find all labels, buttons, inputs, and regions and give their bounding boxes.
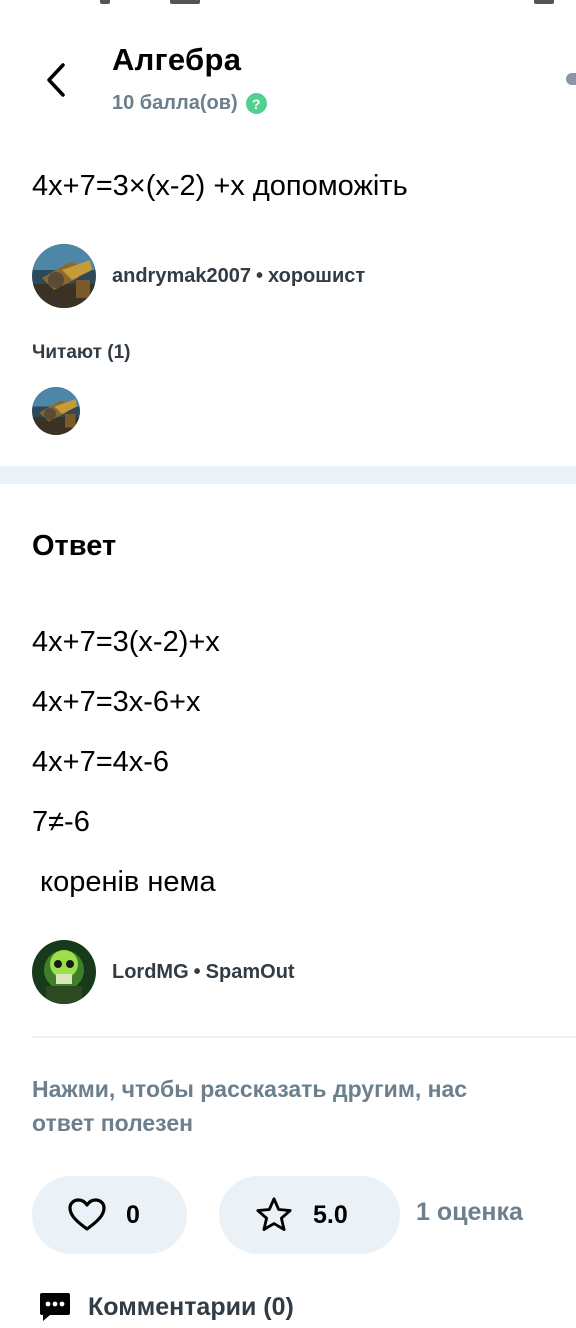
comments-button[interactable]: Комментарии (0) bbox=[38, 1290, 294, 1324]
like-button[interactable]: 0 bbox=[32, 1176, 187, 1254]
points-text: 10 балла(ов) bbox=[112, 92, 238, 114]
comment-icon bbox=[40, 1293, 70, 1321]
answer-line: 4x+7=3(x-2)+x bbox=[32, 626, 220, 658]
back-button[interactable] bbox=[36, 58, 76, 102]
points-label: 10 балла(ов) ? bbox=[112, 92, 267, 115]
separator-dot: • bbox=[193, 960, 201, 983]
divider bbox=[32, 1036, 576, 1038]
author-name[interactable]: andrymak2007 bbox=[112, 265, 251, 287]
author-rank: хорошист bbox=[268, 264, 366, 287]
answer-title: Ответ bbox=[32, 530, 117, 562]
share-prompt-line: ответ полезен bbox=[32, 1110, 193, 1136]
author-info: andrymak2007 • хорошист bbox=[112, 265, 365, 288]
rating-value: 5.0 bbox=[313, 1200, 348, 1229]
avatar[interactable] bbox=[32, 940, 96, 1004]
app-header: Алгебра 10 балла(ов) ? bbox=[0, 38, 576, 138]
author-name[interactable]: LordMG bbox=[112, 961, 189, 983]
question-author[interactable]: andrymak2007 • хорошист bbox=[32, 244, 365, 308]
help-icon[interactable]: ? bbox=[245, 93, 267, 114]
back-chevron-icon bbox=[47, 63, 65, 97]
rating-count: 1 оценка bbox=[416, 1198, 523, 1226]
author-rank: SpamOut bbox=[205, 960, 295, 983]
status-bar-fragment bbox=[0, 0, 576, 8]
star-icon bbox=[255, 1196, 293, 1234]
like-count: 0 bbox=[126, 1200, 140, 1229]
reader-avatar[interactable] bbox=[32, 387, 80, 435]
readers-label: Читают (1) bbox=[32, 342, 131, 363]
avatar[interactable] bbox=[32, 244, 96, 308]
rate-button[interactable]: 5.0 bbox=[219, 1176, 400, 1254]
answer-line: 7≠-6 bbox=[32, 806, 90, 838]
comments-label: Комментарии (0) bbox=[88, 1292, 294, 1321]
more-options-button[interactable] bbox=[566, 73, 576, 85]
share-prompt-line: Нажми, чтобы рассказать другим, нас bbox=[32, 1076, 468, 1102]
heart-icon bbox=[68, 1196, 106, 1234]
answer-line: коренів нема bbox=[32, 866, 216, 898]
answer-line: 4x+7=3x-6+x bbox=[32, 686, 201, 718]
answer-line: 4x+7=4x-6 bbox=[32, 746, 170, 778]
separator-dot: • bbox=[255, 264, 263, 287]
subject-title: Алгебра bbox=[112, 42, 242, 77]
author-info: LordMG • SpamOut bbox=[112, 961, 295, 984]
section-divider bbox=[0, 466, 576, 484]
answer-author[interactable]: LordMG • SpamOut bbox=[32, 940, 295, 1004]
question-text: 4x+7=3×(x-2) +x допоможіть bbox=[32, 170, 408, 202]
share-prompt: Нажми, чтобы рассказать другим, нас отве… bbox=[32, 1072, 576, 1140]
